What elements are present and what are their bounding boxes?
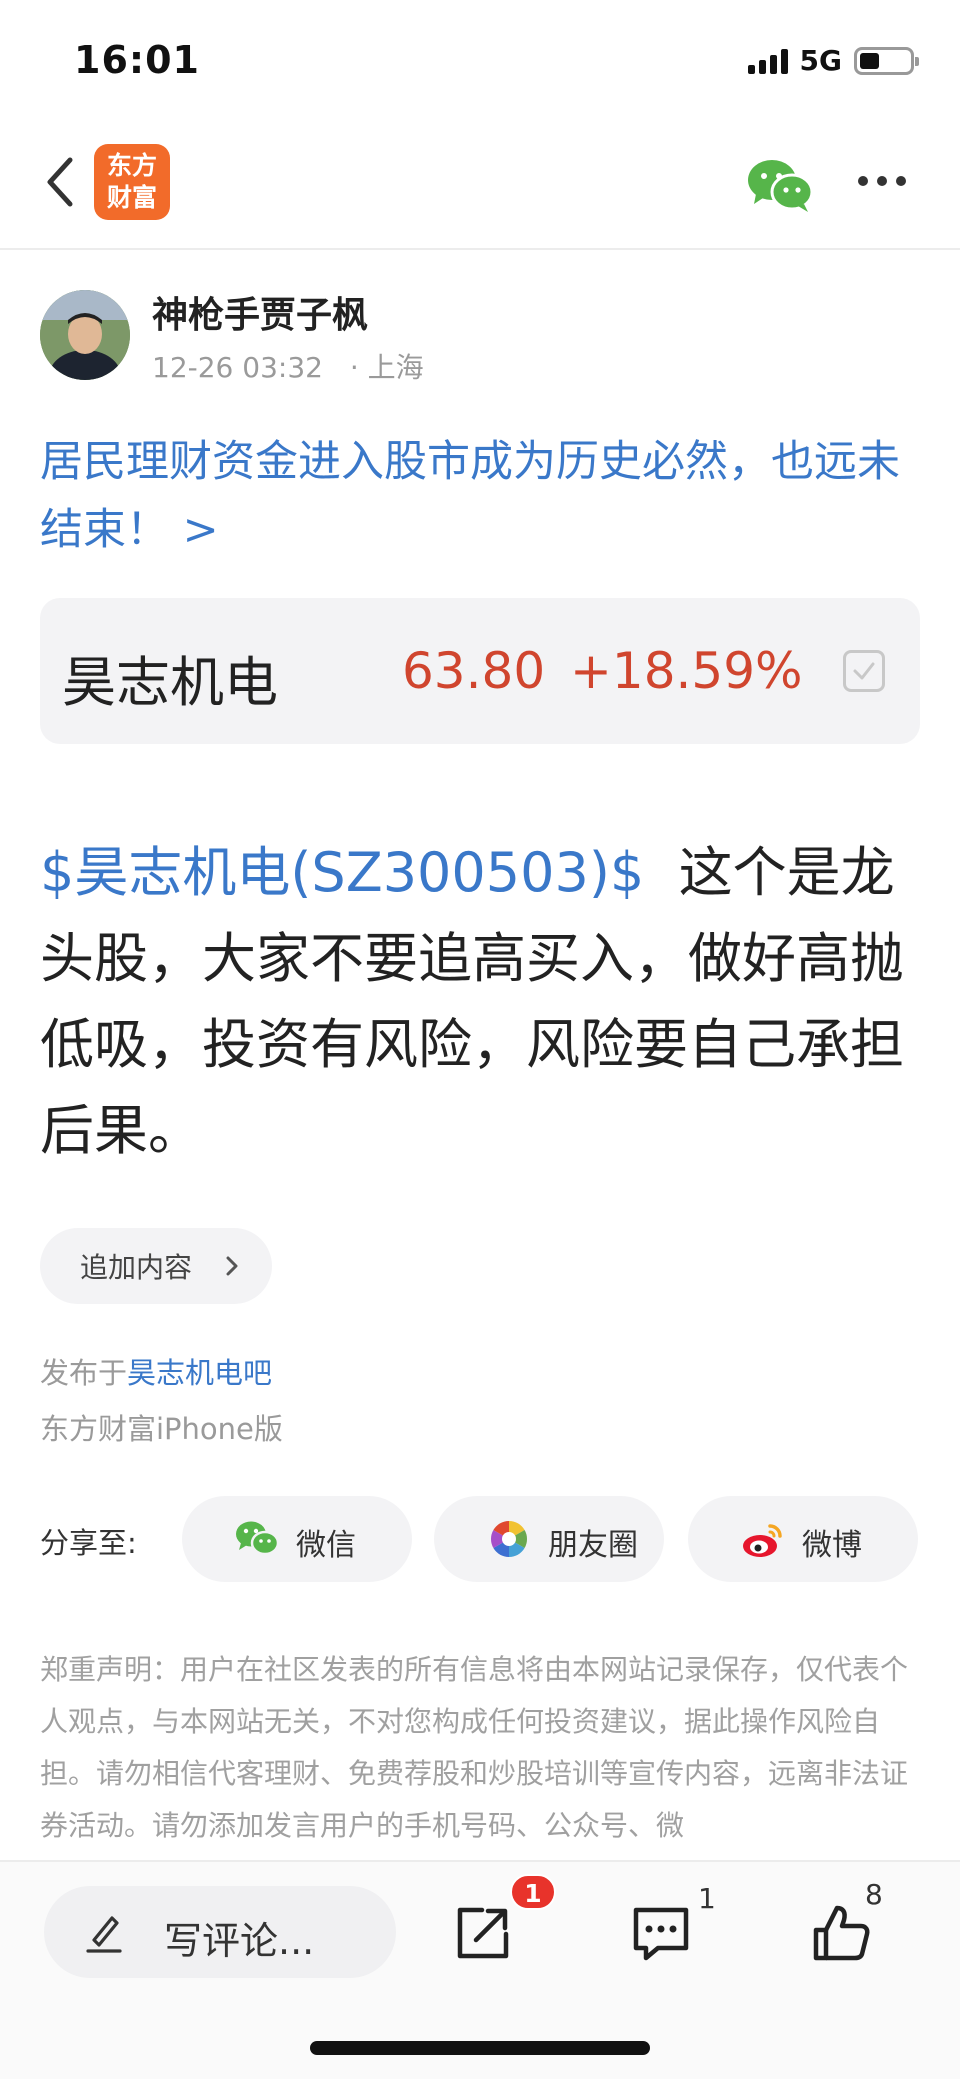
chevron-left-icon[interactable] [38,150,88,214]
logo-line-2: 财富 [106,183,157,212]
post-location: · 上海 [349,351,424,384]
chevron-right-icon [226,1256,238,1276]
nav-bar: 东方 财富 [0,120,960,250]
share-label: 分享至: [40,1526,137,1560]
status-indicators: 5G [747,44,919,77]
comment-input[interactable]: 写评论... [44,1886,396,1978]
signal-icon [747,48,788,74]
stock-price: 63.80 [402,642,546,700]
related-article-link[interactable]: 居民理财资金进入股市成为历史必然，也远未结束！ > [40,428,920,564]
more-dots-icon[interactable] [858,176,906,186]
network-type: 5G [799,44,842,77]
stock-quote-card[interactable]: 昊志机电 63.80 +18.59% [40,598,920,744]
comment-placeholder: 写评论... [164,1919,315,1963]
share-wechat-label: 微信 [296,1528,356,1563]
share-weibo-button[interactable]: 微博 [688,1496,918,1582]
author-name[interactable]: 神枪手贾子枫 [152,286,368,338]
stock-tag-link[interactable]: $昊志机电(SZ300503)$ [40,841,644,904]
like-count: 8 [865,1878,883,1911]
logo-line-1: 东方 [106,151,157,180]
share-wechat-button[interactable]: 微信 [182,1496,412,1582]
status-time: 16:01 [74,38,200,82]
post-time: 12-26 03:32 [152,351,323,384]
share-moments-label: 朋友圈 [548,1528,638,1563]
forward-badge: 1 [510,1874,556,1910]
add-watchlist-checkbox[interactable] [843,650,885,692]
stock-change: +18.59% [570,642,803,700]
battery-icon [854,46,919,75]
comment-icon[interactable] [630,1902,692,1964]
share-moments-button[interactable]: 朋友圈 [434,1496,664,1582]
status-bar: 16:01 5G [0,0,960,120]
append-label: 追加内容 [80,1251,193,1284]
author-meta: 12-26 03:32 · 上海 [152,346,424,386]
post-content: $昊志机电(SZ300503)$ 这个是龙头股，大家不要追高买入，做好高抛低吸，… [40,830,930,1174]
home-indicator[interactable] [310,2041,650,2055]
append-content-button[interactable]: 追加内容 [40,1228,272,1304]
wechat-icon [236,1521,280,1556]
share-row: 分享至: 微信 朋友圈 微博 [40,1496,920,1584]
app-logo[interactable]: 东方 财富 [94,144,170,220]
platform-label: 东方财富iPhone版 [40,1412,283,1446]
author-header: 神枪手贾子枫 12-26 03:32 · 上海 [40,290,920,386]
like-icon[interactable] [810,1902,872,1964]
published-in: 发布于昊志机电吧 [40,1350,272,1392]
battery-level [860,52,880,69]
stock-bar-link[interactable]: 昊志机电吧 [127,1356,272,1390]
moments-icon [490,1521,528,1557]
published-prefix: 发布于 [40,1356,128,1390]
stock-name: 昊志机电 [62,651,278,714]
avatar[interactable] [40,290,130,380]
comment-count: 1 [698,1882,716,1915]
weibo-icon [743,1524,782,1557]
check-icon [853,662,875,680]
forward-icon[interactable] [452,1902,514,1964]
pen-icon [86,1916,122,1953]
wechat-icon[interactable] [746,156,816,214]
share-weibo-label: 微博 [802,1528,862,1563]
avatar-image [40,290,130,380]
disclaimer-text: 郑重声明：用户在社区发表的所有信息将由本网站记录保存，仅代表个人观点，与本网站无… [40,1653,909,1842]
